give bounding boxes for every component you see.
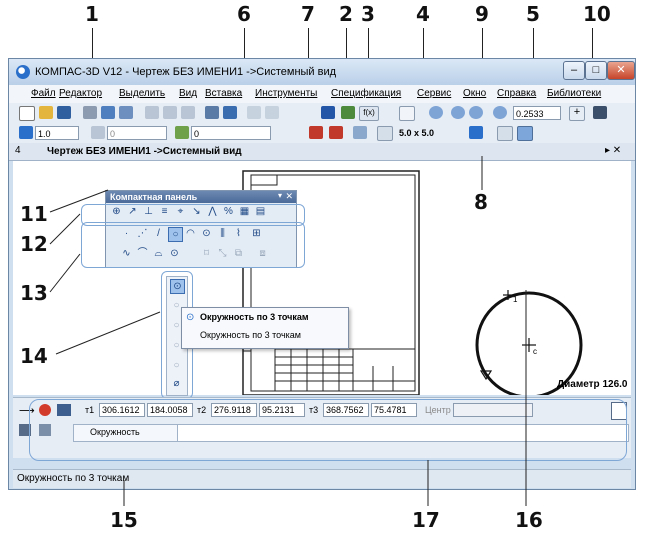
- layer-number-field[interactable]: 0: [191, 126, 271, 140]
- manager-icon[interactable]: [223, 106, 237, 119]
- cut-icon[interactable]: [145, 106, 159, 119]
- eraser-icon[interactable]: [329, 126, 343, 139]
- callout-8: 8: [474, 190, 488, 214]
- document-tab[interactable]: Чертеж БЕЗ ИМЕНИ1 ->Системный вид: [47, 146, 242, 157]
- tab-pin-icon[interactable]: 4: [15, 145, 21, 156]
- callout-9: 9: [475, 2, 489, 26]
- callout-17: 17: [412, 508, 440, 532]
- zoom-scale-icon[interactable]: [493, 106, 507, 119]
- maximize-button[interactable]: □: [585, 61, 607, 80]
- help-pointer-icon[interactable]: [399, 106, 415, 121]
- compact-panel-title: Компактная панель: [110, 192, 198, 202]
- center-label: c: [533, 347, 537, 356]
- tooltip-subtitle: Окружность по 3 точкам: [200, 330, 301, 340]
- document-tab-strip: 4 Чертеж БЕЗ ИМЕНИ1 ->Системный вид ▸ ✕: [9, 143, 635, 161]
- menu-service[interactable]: Сервис: [417, 88, 451, 99]
- copy-icon[interactable]: [163, 106, 177, 119]
- view-field[interactable]: 0: [107, 126, 167, 140]
- menu-tools[interactable]: Инструменты: [255, 88, 317, 99]
- undo-icon[interactable]: [247, 106, 261, 119]
- callout-6: 6: [237, 2, 251, 26]
- library-manager-icon[interactable]: [321, 106, 335, 119]
- status-bar: Окружность по 3 точкам: [13, 469, 631, 488]
- tools-outline: [81, 222, 305, 268]
- menu-window[interactable]: Окно: [463, 88, 486, 99]
- close-button[interactable]: ✕: [607, 61, 635, 80]
- menu-help[interactable]: Справка: [497, 88, 536, 99]
- properties-outline: [29, 399, 627, 461]
- app-window: КОМПАС-3D V12 - Чертеж БЕЗ ИМЕНИ1 ->Сист…: [8, 58, 636, 490]
- window-title: КОМПАС-3D V12 - Чертеж БЕЗ ИМЕНИ1 ->Сист…: [35, 66, 337, 78]
- menu-bar: Файл Редактор Выделить Вид Вставка Инстр…: [9, 85, 635, 103]
- standard-toolbar: f(x) 0.2533 +: [9, 103, 635, 124]
- callout-13: 13: [20, 281, 48, 305]
- variables-icon[interactable]: [341, 106, 355, 119]
- panel-close-icon[interactable]: ✕: [285, 191, 293, 202]
- fx-icon[interactable]: f(x): [359, 106, 379, 121]
- menu-view[interactable]: Вид: [179, 88, 197, 99]
- tooltip: ⊙ Окружность по 3 точкам Окружность по 3…: [181, 307, 349, 349]
- menu-specification[interactable]: Спецификация: [331, 88, 401, 99]
- callout-7: 7: [301, 2, 315, 26]
- grid-icon[interactable]: [377, 126, 393, 141]
- menu-select[interactable]: Выделить: [119, 88, 165, 99]
- style-icon[interactable]: [309, 126, 323, 139]
- frame-corner-box: [250, 174, 278, 186]
- callout-16: 16: [515, 508, 543, 532]
- zoom-scale-field[interactable]: 0.2533: [513, 106, 561, 120]
- state-icon[interactable]: [19, 126, 33, 139]
- snap-icon[interactable]: [353, 126, 367, 139]
- preview-icon[interactable]: [101, 106, 115, 119]
- menu-file[interactable]: Файл: [31, 88, 56, 99]
- layer-field[interactable]: 1.0: [35, 126, 79, 140]
- title-bar: КОМПАС-3D V12 - Чертеж БЕЗ ИМЕНИ1 ->Сист…: [9, 59, 635, 85]
- callout-10: 10: [583, 2, 611, 26]
- app-logo-icon: [16, 65, 30, 79]
- refresh-icon[interactable]: [593, 106, 607, 119]
- callout-1: 1: [85, 2, 99, 26]
- panel-menu-icon[interactable]: ▾: [278, 191, 282, 200]
- new-document-icon[interactable]: [19, 106, 35, 121]
- callout-2: 2: [339, 2, 353, 26]
- point-1-label: 1: [513, 295, 518, 304]
- status-text: Окружность по 3 точкам: [17, 473, 130, 484]
- zoom-out-icon[interactable]: [469, 106, 483, 119]
- print-icon[interactable]: [83, 106, 97, 119]
- title-block: [274, 348, 416, 392]
- properties-icon[interactable]: [119, 106, 133, 119]
- format-painter-icon[interactable]: [205, 106, 219, 119]
- grid-step-field[interactable]: 5.0 x 5.0: [397, 126, 457, 140]
- callout-5: 5: [526, 2, 540, 26]
- menu-insert[interactable]: Вставка: [205, 88, 242, 99]
- view-state-icon[interactable]: [91, 126, 105, 139]
- zoom-in-icon[interactable]: [429, 106, 443, 119]
- callout-15: 15: [110, 508, 138, 532]
- pan-icon[interactable]: +: [569, 106, 585, 121]
- callout-4: 4: [416, 2, 430, 26]
- current-state-toolbar: 1.0 0 0 5.0 x 5.0: [9, 123, 635, 144]
- open-folder-icon[interactable]: [39, 106, 53, 119]
- minimize-button[interactable]: –: [563, 61, 585, 80]
- layer-state-icon[interactable]: [175, 126, 189, 139]
- menu-edit[interactable]: Редактор: [59, 88, 102, 99]
- callout-11: 11: [20, 202, 48, 226]
- callout-3: 3: [361, 2, 375, 26]
- diameter-label: Диаметр 126.0: [557, 379, 628, 390]
- tooltip-title: Окружность по 3 точкам: [200, 312, 309, 322]
- zoom-window-icon[interactable]: [451, 106, 465, 119]
- tooltip-icon: ⊙: [186, 312, 195, 323]
- paste-icon[interactable]: [181, 106, 195, 119]
- local-cs-icon[interactable]: [469, 126, 483, 139]
- compact-panel-header[interactable]: Компактная панель ▾ ✕: [106, 191, 296, 203]
- callout-12: 12: [20, 232, 48, 256]
- menu-libraries[interactable]: Библиотеки: [547, 88, 601, 99]
- snaps-toggle-icon[interactable]: [517, 126, 533, 141]
- redo-icon[interactable]: [265, 106, 279, 119]
- tab-nav-close-icon[interactable]: ▸ ✕: [605, 145, 621, 156]
- ortho-icon[interactable]: [497, 126, 513, 141]
- callout-14: 14: [20, 344, 48, 368]
- save-icon[interactable]: [57, 106, 71, 119]
